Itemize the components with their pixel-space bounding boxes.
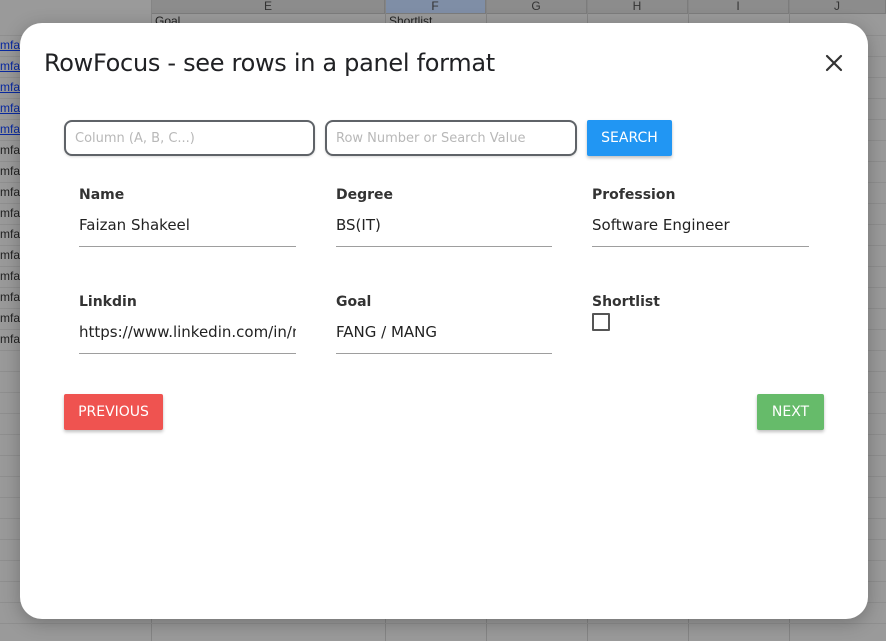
dialog-title: RowFocus - see rows in a panel format (44, 49, 495, 77)
field-profession: Profession Software Engineer (592, 186, 809, 247)
field-value[interactable]: Faizan Shakeel (79, 214, 296, 236)
next-button[interactable]: NEXT (757, 394, 824, 430)
field-underline (336, 353, 552, 354)
column-header-e: E (152, 0, 385, 14)
field-label: Goal (336, 294, 372, 310)
column-input[interactable] (64, 120, 315, 156)
field-shortlist: Shortlist (592, 293, 809, 331)
field-label: Linkdin (79, 294, 137, 310)
field-label: Shortlist (592, 294, 660, 310)
field-underline (592, 246, 809, 247)
column-header-g: G (486, 0, 587, 14)
field-degree: Degree BS(IT) (336, 186, 552, 247)
search-button[interactable]: SEARCH (587, 120, 672, 156)
field-underline (79, 353, 296, 354)
cell-text: mfa (0, 269, 21, 283)
cell-link[interactable]: mfa (0, 35, 22, 56)
rowfocus-dialog: RowFocus - see rows in a panel format SE… (20, 23, 868, 619)
column-header-h: H (587, 0, 688, 14)
field-label: Name (79, 187, 125, 203)
cell-link[interactable]: mfa (0, 119, 22, 140)
column-header-i: I (688, 0, 789, 14)
field-label: Profession (592, 187, 676, 203)
field-value[interactable]: https://www.linkedin.com/in/m (79, 321, 296, 343)
row-search-input[interactable] (325, 120, 577, 156)
grid-line (0, 623, 886, 624)
column-header-j: J (789, 0, 886, 14)
previous-button[interactable]: PREVIOUS (64, 394, 163, 430)
field-underline (79, 246, 296, 247)
cell-text: mfa (0, 227, 21, 241)
field-linkdin: Linkdin https://www.linkedin.com/in/m (79, 293, 296, 354)
cell-text: mfa (0, 248, 21, 262)
cell-link[interactable]: mfa (0, 98, 22, 119)
close-icon[interactable] (822, 51, 846, 75)
cell-text: mfa (0, 332, 21, 346)
cell-text: mfa (0, 206, 21, 220)
field-goal: Goal FANG / MANG (336, 293, 552, 354)
cell-text: mfa (0, 290, 21, 304)
field-value[interactable]: Software Engineer (592, 214, 809, 236)
field-value[interactable]: BS(IT) (336, 214, 552, 236)
cell-link[interactable]: mfa (0, 77, 22, 98)
cell-text: mfa (0, 143, 21, 157)
cell-text: mfa (0, 164, 21, 178)
field-name: Name Faizan Shakeel (79, 186, 296, 247)
field-label: Degree (336, 187, 394, 203)
cell-text: mfa (0, 311, 21, 325)
cell-text: mfa (0, 185, 21, 199)
field-value[interactable]: FANG / MANG (336, 321, 552, 343)
shortlist-checkbox[interactable] (592, 313, 610, 331)
column-header-f: F (385, 0, 486, 14)
field-underline (336, 246, 552, 247)
cell-link[interactable]: mfa (0, 56, 22, 77)
